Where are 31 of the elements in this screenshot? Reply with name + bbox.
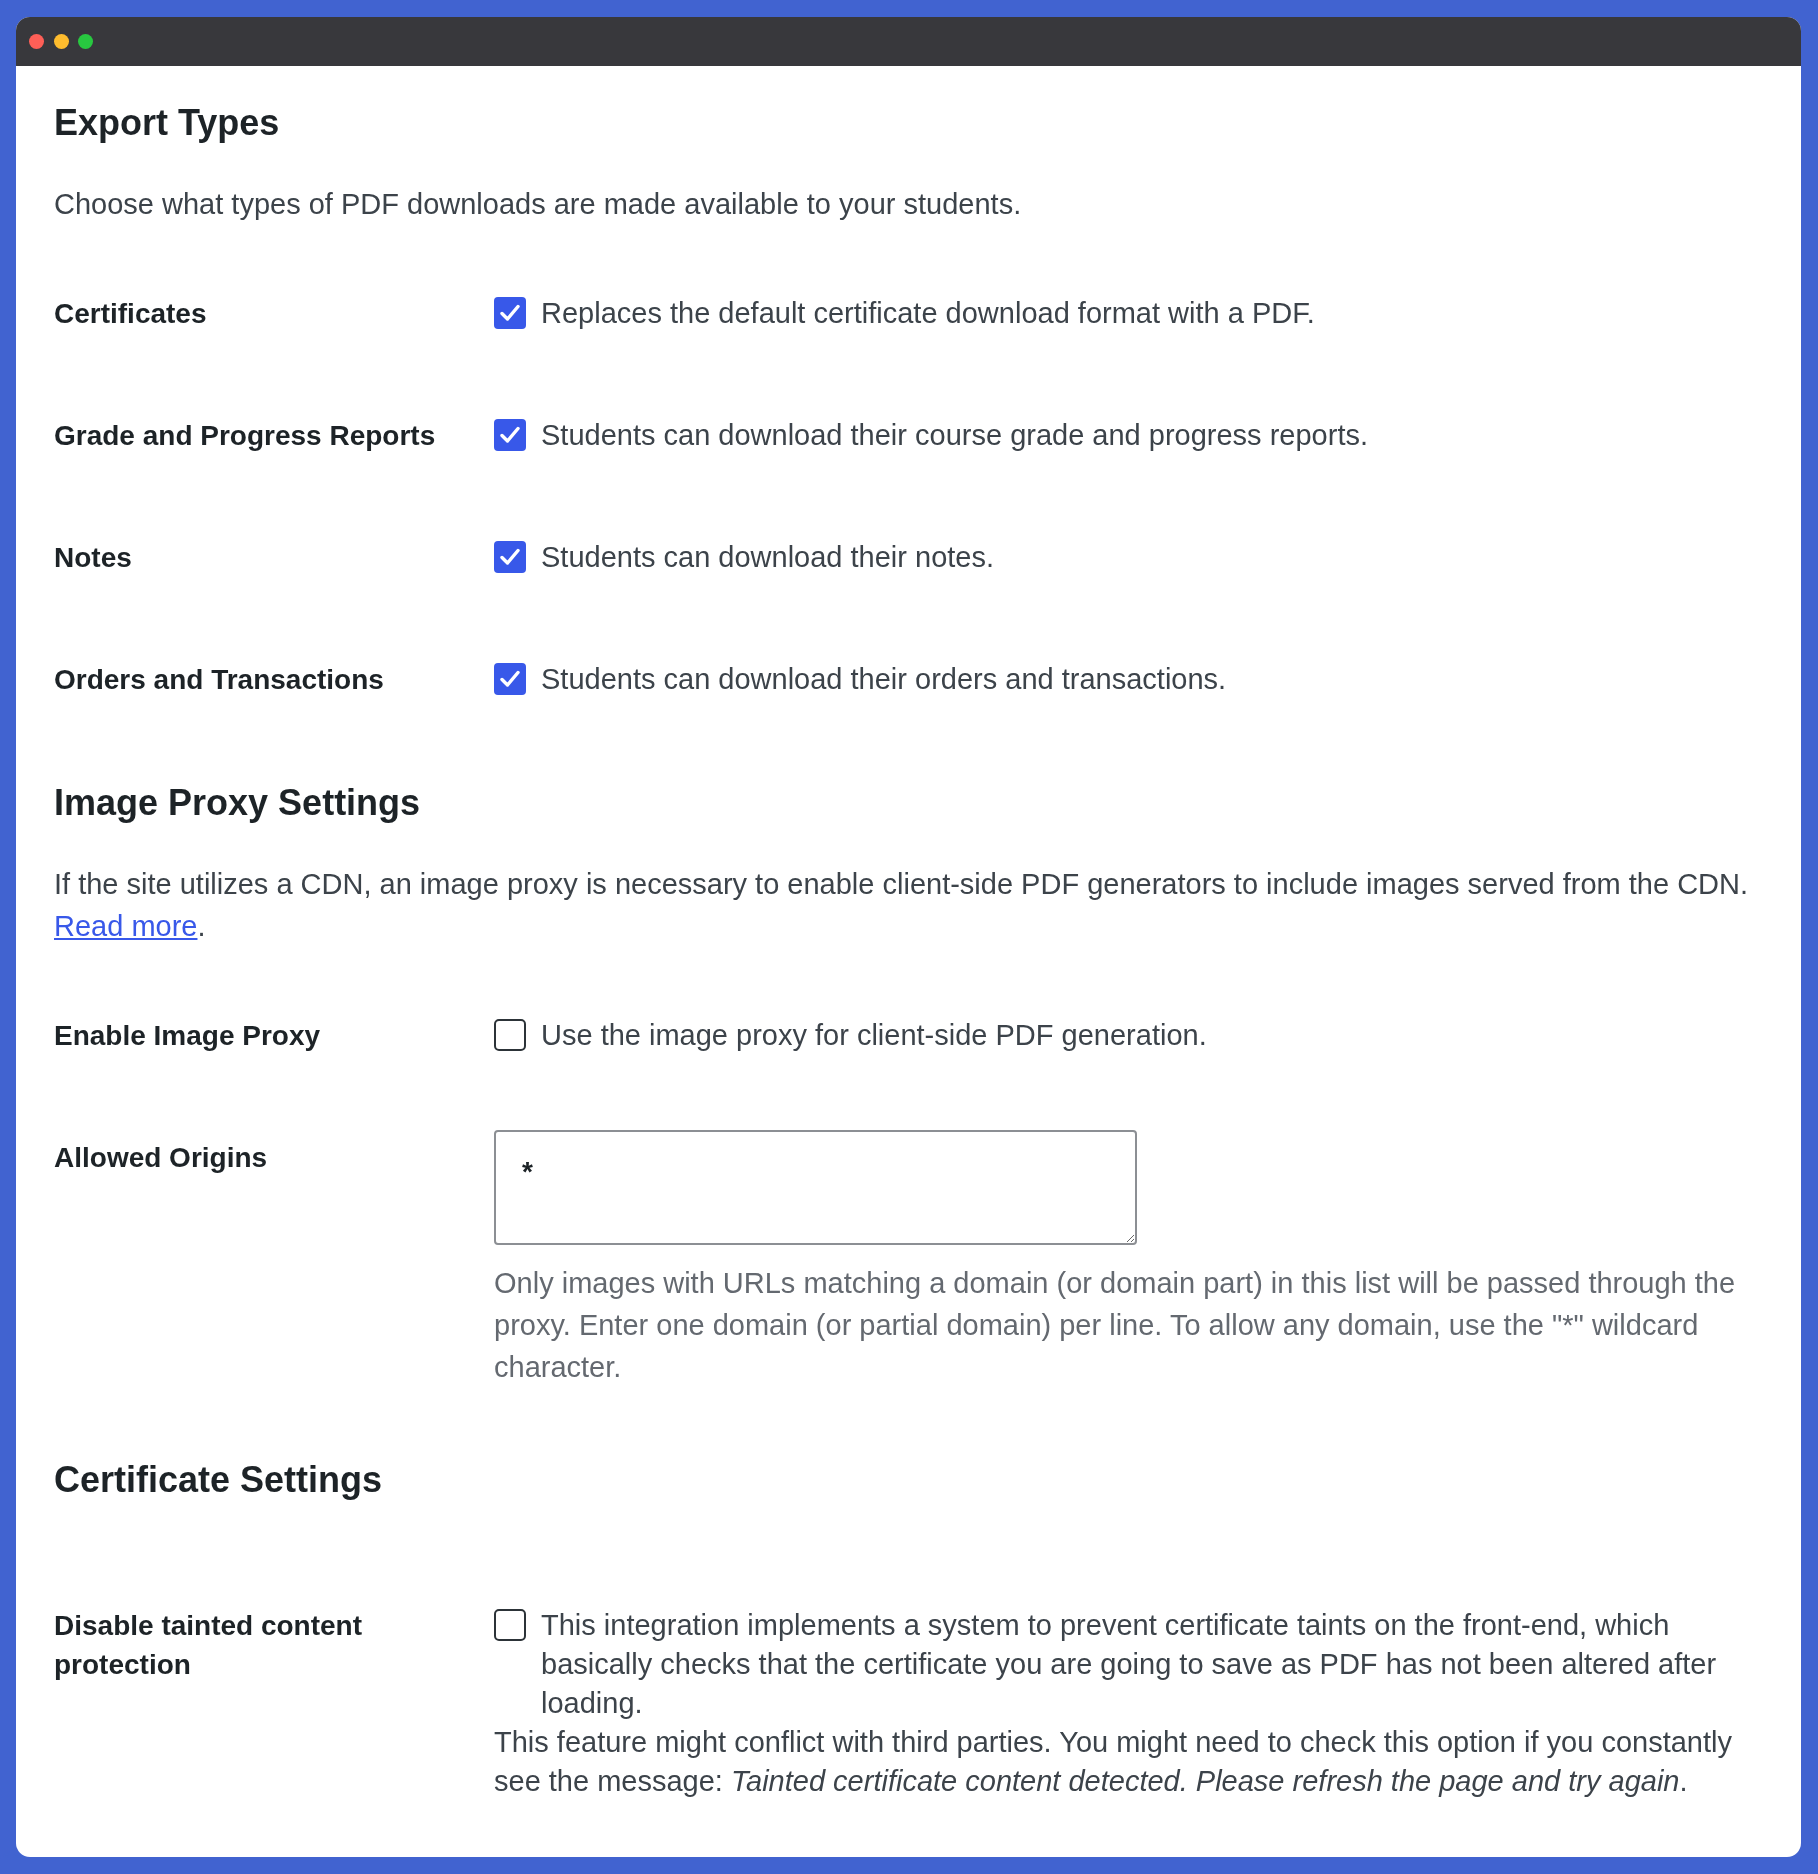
option-description: This integration implements a system to prevent certificate taints on the front-end, which basically checks that the certificate you are going to save as PDF has not been altered after loading. <box>541 1608 1718 1721</box>
checkbox[interactable] <box>494 1019 526 1051</box>
section-heading: Export Types <box>54 102 281 144</box>
option-description: Use the image proxy for client-side PDF generation. <box>541 1018 1207 1053</box>
read-more-link[interactable]: Read more <box>54 910 198 942</box>
maximize-button[interactable] <box>78 34 93 49</box>
field-label: Certificates <box>54 297 208 331</box>
close-button[interactable] <box>29 34 44 49</box>
section-description: Choose what types of PDF downloads are made available to your students. <box>54 187 1023 222</box>
option-description: Students can download their orders and transactions. <box>541 662 1227 697</box>
option-note: This feature might conflict with third parties. You might need to check this option if you constantly see the message: Tainted certificate content detected. Please refresh the page and try again. <box>494 1725 1733 1799</box>
minimize-button[interactable] <box>53 34 69 49</box>
help-text: Only images with URLs matching a domain (or domain part) in this list will be passed through the proxy. Enter one domain (or partial domain) per line. To allow any domain, use the "*" wildcard character. <box>494 1266 1737 1385</box>
section-description: If the site utilizes a CDN, an image proxy is necessary to enable client-side PDF generators to include images served from the CDN. Read more. <box>54 867 1750 944</box>
field-label: Orders and Transactions <box>54 663 385 697</box>
field-label: Disable tainted content protection <box>54 1609 364 1682</box>
option-description: Replaces the default certificate download format with a PDF. <box>541 296 1315 331</box>
field-label: Enable Image Proxy <box>54 1019 322 1053</box>
option-description: Students can download their course grade and progress reports. <box>541 418 1368 453</box>
section-heading: Image Proxy Settings <box>54 782 422 824</box>
checkbox[interactable] <box>494 297 526 329</box>
checkbox[interactable] <box>494 663 526 695</box>
option-description: Students can download their notes. <box>541 540 995 575</box>
field-label: Grade and Progress Reports <box>54 419 437 453</box>
allowed-origins-field[interactable]: * <box>494 1130 1137 1245</box>
checkbox[interactable] <box>494 1609 526 1641</box>
field-label: Notes <box>54 541 133 575</box>
checkbox[interactable] <box>494 419 526 451</box>
field-label: Allowed Origins <box>54 1141 269 1175</box>
checkbox[interactable] <box>494 541 526 573</box>
section-heading: Certificate Settings <box>54 1459 384 1501</box>
